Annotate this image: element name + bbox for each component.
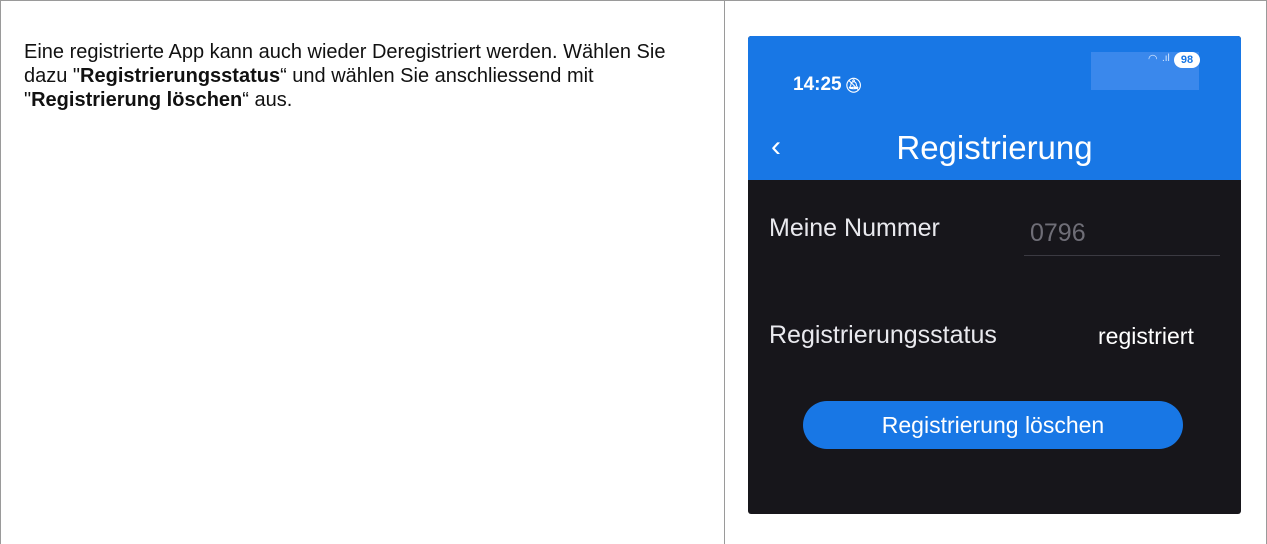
table-border-top (0, 0, 1267, 1)
registration-status-label[interactable]: Registrierungsstatus (769, 321, 997, 350)
page-title: Registrierung (896, 129, 1093, 166)
registration-status-value[interactable]: registriert (1098, 323, 1194, 350)
number-label: Meine Nummer (769, 214, 940, 242)
document-table: Eine registrierte App kann auch wieder D… (0, 0, 1267, 544)
instruction-text: Eine registrierte App kann auch wieder D… (24, 40, 714, 112)
battery-badge: 98 (1174, 52, 1200, 68)
status-time: 14:25 🔕︎ (793, 74, 862, 96)
delete-registration-button[interactable]: Registrierung löschen (803, 401, 1183, 449)
status-time-text: 14:25 (793, 74, 842, 95)
bell-muted-icon: 🔕︎ (844, 77, 863, 93)
table-border-left (0, 0, 1, 544)
wifi-icon: ◠ (1148, 53, 1158, 65)
number-field[interactable] (1024, 212, 1220, 256)
instruction-bold-status: Registrierungsstatus (80, 65, 281, 87)
signal-icon: .ıl (1162, 53, 1170, 64)
instruction-text-part: “ aus. (242, 89, 293, 111)
phone-screenshot: 14:25 🔕︎ ◠ .ıl 98 ‹ Registrierung Meine N… (748, 36, 1241, 514)
instruction-bold-delete: Registrierung löschen (31, 89, 243, 111)
table-column-divider (724, 0, 725, 544)
